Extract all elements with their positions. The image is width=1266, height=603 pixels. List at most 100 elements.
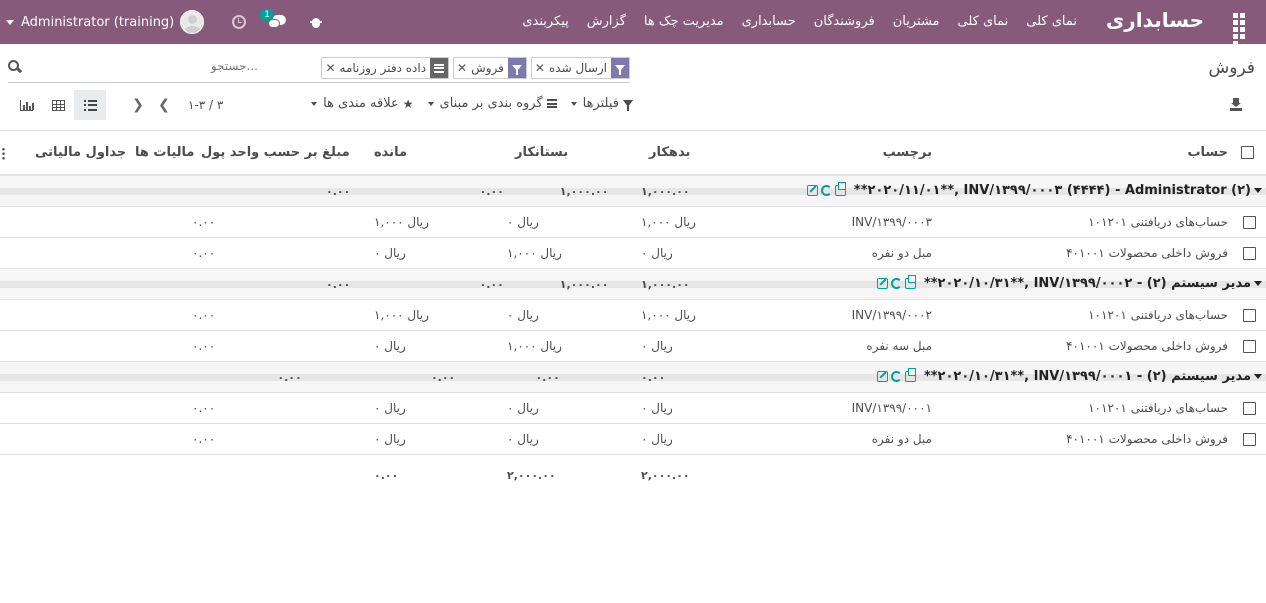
favorites-dropdown[interactable]: ★ علاقه مندی ها [311, 96, 414, 111]
pivot-view-button[interactable] [42, 90, 74, 120]
journal-items-table: حساب برچسب بدهکار بستانکار مانده مبلغ بر… [0, 130, 1266, 495]
cell-amount: ۰.۰۰ [192, 246, 216, 260]
activity-clock-icon[interactable] [232, 15, 247, 29]
menu-item-accounting[interactable]: حسابداری [733, 0, 805, 44]
menu-item-overview[interactable]: نمای کلی [1017, 0, 1086, 44]
row-checkbox[interactable] [1243, 247, 1256, 260]
apps-menu-icon[interactable] [1228, 8, 1256, 46]
menu-item-overview-2[interactable]: نمای کلی [949, 0, 1018, 44]
edit-icon[interactable] [876, 371, 888, 382]
edit-icon[interactable] [806, 185, 818, 196]
graph-view-button[interactable] [10, 90, 42, 120]
row-checkbox[interactable] [1243, 433, 1256, 446]
caret-down-icon [1254, 281, 1262, 286]
pager-next-button[interactable]: ❯ [128, 96, 148, 114]
menu-item-customers[interactable]: مشتریان [884, 0, 949, 44]
row-checkbox[interactable] [1243, 216, 1256, 229]
caret-down-icon [1254, 374, 1262, 379]
table-row[interactable]: ۱۰۱۲۰۱ حساب‌های دریافتنی INV/۱۳۹۹/۰۰۰۳ ۱… [0, 207, 1266, 238]
col-taxes[interactable]: مالیات ها [135, 145, 194, 160]
cell-account: ۴۰۱۰۰۱ فروش داخلی محصولات [1066, 432, 1228, 446]
groupby-dropdown[interactable]: گروه بندی بر مبنای [427, 96, 557, 111]
select-all-checkbox[interactable] [1241, 146, 1254, 159]
total-debit: ۲,۰۰۰.۰۰ [641, 469, 690, 482]
cell-balance: ۰ ریال [374, 246, 406, 260]
row-checkbox[interactable] [1243, 309, 1256, 322]
edit-icon[interactable] [876, 278, 888, 289]
filter-icon [615, 65, 625, 75]
group-row[interactable]: **۲۰۲۰/۱۰/۳۱**, INV/۱۳۹۹/۰۰۰۱ - مدیر سیس… [0, 362, 1266, 393]
pager-value[interactable]: ۱-۳ / ۳ [188, 98, 223, 112]
cell-credit: ۰ ریال [507, 401, 539, 415]
app-brand[interactable]: حسابداری [1106, 8, 1204, 32]
table-row[interactable]: ۱۰۱۲۰۱ حساب‌های دریافتنی INV/۱۳۹۹/۰۰۰۲ ۱… [0, 300, 1266, 331]
cell-balance: ۱,۰۰۰ ریال [374, 215, 429, 229]
cell-debit: ۰ ریال [641, 339, 673, 353]
cell-label: مبل سه نفره [866, 339, 932, 353]
col-label[interactable]: برچسب [883, 145, 932, 160]
cell-account: ۴۰۱۰۰۱ فروش داخلی محصولات [1066, 246, 1228, 260]
cell-credit: ۰ ریال [507, 308, 539, 322]
col-credit[interactable]: بستانکار [515, 145, 568, 160]
caret-down-icon [427, 101, 434, 106]
optional-columns-icon[interactable] [2, 147, 5, 160]
menu-item-cheques[interactable]: مدیریت چک ها [635, 0, 733, 44]
table-row[interactable]: ۱۰۱۲۰۱ حساب‌های دریافتنی INV/۱۳۹۹/۰۰۰۱ ۰… [0, 393, 1266, 424]
row-checkbox[interactable] [1243, 340, 1256, 353]
search-facets: ارسال شده ✕ فروش ✕ داده دفتر روزنامه ✕ [317, 57, 630, 79]
group-debit: ۱,۰۰۰.۰۰ [641, 185, 690, 198]
cell-balance: ۰ ریال [374, 339, 406, 353]
row-checkbox[interactable] [1243, 402, 1256, 415]
table-row[interactable]: ۴۰۱۰۰۱ فروش داخلی محصولات مبل دو نفره ۰ … [0, 238, 1266, 269]
group-row[interactable]: **۲۰۲۰/۱۰/۳۱**, INV/۱۳۹۹/۰۰۰۲ - مدیر سیس… [0, 269, 1266, 300]
facet-filter-sales[interactable]: فروش ✕ [453, 57, 527, 79]
filters-dropdown[interactable]: فیلترها [570, 96, 633, 111]
group-credit: ۰.۰۰ [535, 371, 560, 384]
col-amount-currency[interactable]: مبلغ بر حسب واحد پول [201, 145, 350, 160]
close-icon[interactable]: ✕ [532, 61, 545, 75]
view-switcher [10, 90, 106, 120]
download-icon[interactable] [1230, 98, 1242, 111]
cell-amount: ۰.۰۰ [192, 339, 216, 353]
cell-label: مبل دو نفره [871, 432, 932, 446]
group-credit: ۱,۰۰۰.۰۰ [559, 185, 609, 198]
cell-debit: ۱,۰۰۰ ریال [641, 215, 696, 229]
facet-groupby-journal[interactable]: داده دفتر روزنامه ✕ [321, 57, 450, 79]
cell-balance: ۱,۰۰۰ ریال [374, 308, 429, 322]
col-account[interactable]: حساب [1187, 145, 1228, 160]
pager-previous-button[interactable]: ❮ [154, 96, 174, 114]
list-icon [83, 99, 97, 111]
copy-icon[interactable] [834, 182, 846, 196]
refresh-icon[interactable] [890, 371, 902, 382]
copy-icon[interactable] [904, 275, 916, 289]
close-icon[interactable]: ✕ [322, 61, 335, 75]
col-tax-grids[interactable]: جداول مالیاتی [35, 145, 126, 160]
refresh-icon[interactable] [820, 185, 832, 196]
close-icon[interactable]: ✕ [454, 61, 467, 75]
list-view-button[interactable] [74, 90, 106, 120]
search-input[interactable] [68, 59, 258, 73]
cell-amount: ۰.۰۰ [192, 432, 216, 446]
refresh-icon[interactable] [890, 278, 902, 289]
col-debit[interactable]: بدهکار [649, 145, 690, 160]
menu-item-configuration[interactable]: پیکربندی [513, 0, 577, 44]
search-icon[interactable] [8, 60, 21, 73]
search-options: فیلترها گروه بندی بر مبنای ★ علاقه مندی … [297, 96, 633, 111]
copy-icon[interactable] [904, 368, 916, 382]
cell-credit: ۰ ریال [507, 215, 539, 229]
table-row[interactable]: ۴۰۱۰۰۱ فروش داخلی محصولات مبل دو نفره ۰ … [0, 424, 1266, 455]
menu-item-reporting[interactable]: گزارش [578, 0, 635, 44]
col-balance[interactable]: مانده [374, 145, 407, 160]
cell-balance: ۰ ریال [374, 401, 406, 415]
group-row[interactable]: **۲۰۲۰/۱۱/۰۱**, INV/۱۳۹۹/۰۰۰۳ (۴۴۴۴) - A… [0, 176, 1266, 207]
messages-icon[interactable]: 1 [260, 9, 287, 30]
group-debit: ۰.۰۰ [641, 371, 666, 384]
group-title: **۲۰۲۰/۱۰/۳۱**, INV/۱۳۹۹/۰۰۰۱ - مدیر سیس… [923, 369, 1251, 384]
menu-item-vendors[interactable]: فروشندگان [805, 0, 884, 44]
facet-filter-posted[interactable]: ارسال شده ✕ [530, 57, 630, 79]
user-menu[interactable]: Administrator (training) [6, 10, 205, 34]
debug-bug-icon[interactable] [310, 15, 323, 29]
group-title: **۲۰۲۰/۱۰/۳۱**, INV/۱۳۹۹/۰۰۰۲ - مدیر سیس… [923, 276, 1251, 291]
bar-chart-icon [19, 99, 34, 111]
table-row[interactable]: ۴۰۱۰۰۱ فروش داخلی محصولات مبل سه نفره ۰ … [0, 331, 1266, 362]
